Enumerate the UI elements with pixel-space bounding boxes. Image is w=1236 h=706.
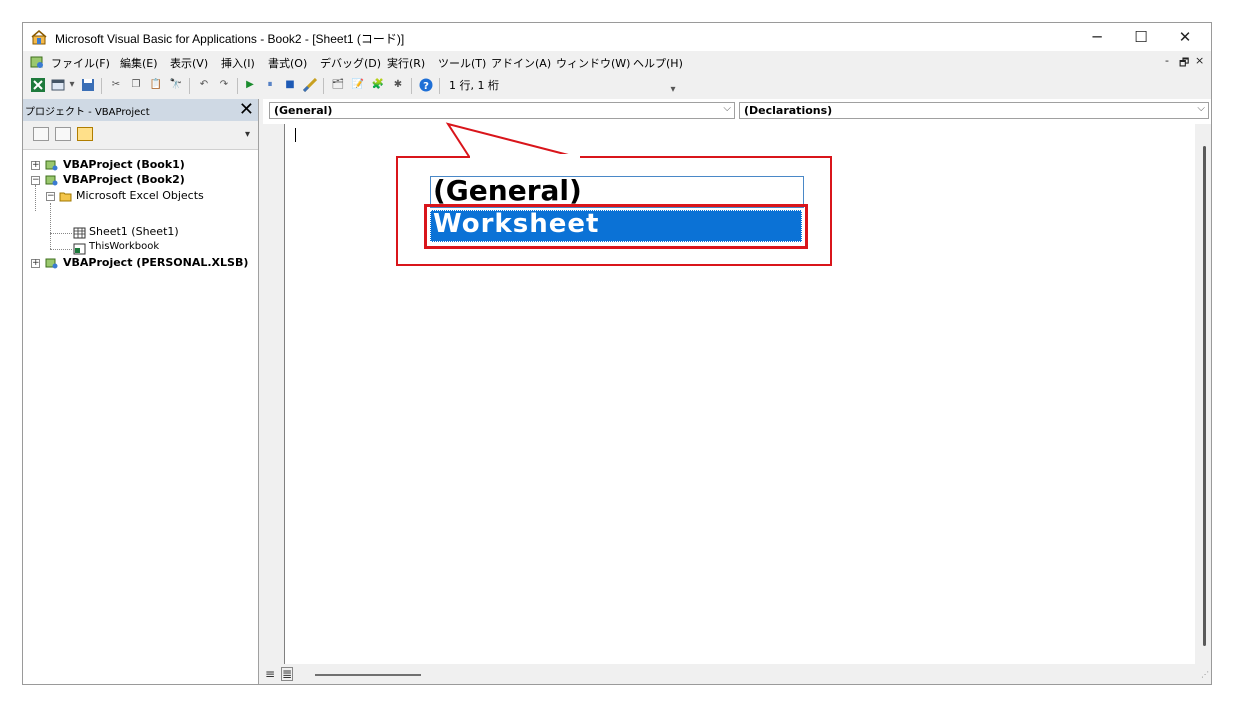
worksheet-icon [73, 227, 86, 239]
tree-node-sheet1[interactable]: Sheet1 (Sheet1) [89, 225, 179, 238]
vbaproject-icon [45, 258, 58, 269]
horizontal-scrollbar-area: ≡ ≣ ⋰ [263, 664, 1211, 684]
project-explorer-titlebar: プロジェクト - VBAProject ✕ [23, 99, 258, 121]
toggle-folders-button[interactable] [77, 127, 93, 141]
cursor-position: 1 行, 1 桁 [449, 79, 499, 92]
menu-debug[interactable]: デバッグ(D) [320, 55, 381, 71]
menu-run[interactable]: 実行(R) [387, 55, 425, 71]
excel-icon[interactable] [31, 78, 45, 92]
menu-addins[interactable]: アドイン(A) [491, 55, 551, 71]
vba-editor-window: Microsoft Visual Basic for Applications … [22, 22, 1212, 685]
toolbar-separator [439, 78, 440, 94]
tree-node-excel-objects[interactable]: Microsoft Excel Objects [76, 189, 204, 202]
object-combo-value: (General) [274, 104, 333, 117]
toolbar-separator [101, 78, 102, 94]
pause-icon[interactable]: ⏸ [263, 78, 277, 92]
toolbar-separator [189, 78, 190, 94]
scroll-down-icon[interactable]: ▾ [245, 129, 250, 140]
tree-line [35, 185, 37, 211]
tree-node-personal[interactable]: VBAProject (PERSONAL.XLSB) [63, 256, 248, 269]
view-code-button[interactable] [33, 127, 49, 141]
zoomed-general-text: (General) [433, 174, 582, 207]
menu-view[interactable]: 表示(V) [170, 55, 208, 71]
toolbox-icon[interactable]: ✱ [391, 78, 405, 92]
tree-node-thisworkbook[interactable]: ThisWorkbook [89, 241, 159, 252]
menu-window[interactable]: ウィンドウ(W) [556, 55, 630, 71]
standard-toolbar: ▾ ✂ ❐ 📋 🔭 ↶ ↷ ▶ ⏸ ■ 🗂 📝 🧩 ✱ ? 1 行, 1 桁 ▾ [23, 73, 1211, 99]
mdi-restore-button[interactable]: 🗗 [1179, 54, 1189, 73]
procedure-view-icon[interactable]: ≡ [265, 667, 275, 681]
stop-icon[interactable]: ■ [283, 78, 297, 92]
tree-line [50, 233, 72, 235]
menu-bar: ファイル(F) 編集(E) 表示(V) 挿入(I) 書式(O) デバッグ(D) … [23, 51, 1211, 73]
properties-icon[interactable]: 📝 [351, 78, 365, 92]
menu-file[interactable]: ファイル(F) [51, 55, 110, 71]
menu-format[interactable]: 書式(O) [268, 55, 307, 71]
object-combo[interactable]: (General) ⌵ [269, 102, 735, 119]
help-icon[interactable]: ? [419, 78, 433, 92]
workbook-icon [73, 243, 86, 255]
chevron-down-icon[interactable]: ▾ [65, 78, 79, 92]
window-title: Microsoft Visual Basic for Applications … [55, 32, 405, 46]
tree-line [50, 203, 52, 249]
redo-icon[interactable]: ↷ [217, 78, 231, 92]
vertical-scrollbar[interactable] [1195, 124, 1211, 670]
project-explorer-toolbar: ▾ [23, 121, 258, 150]
chevron-down-icon: ⌵ [1197, 103, 1205, 114]
menu-edit[interactable]: 編集(E) [120, 55, 158, 71]
project-explorer-title: プロジェクト - VBAProject [25, 107, 150, 118]
svg-text:?: ? [423, 81, 429, 92]
insert-module-icon[interactable] [51, 78, 65, 92]
cut-icon[interactable]: ✂ [109, 78, 123, 92]
collapse-book2[interactable]: − [31, 176, 40, 185]
find-icon[interactable]: 🔭 [169, 78, 183, 92]
object-browser-icon[interactable]: 🧩 [371, 78, 385, 92]
mdi-close-button[interactable]: × [1195, 54, 1204, 67]
design-mode-icon[interactable] [303, 78, 317, 92]
folder-icon [59, 192, 72, 202]
run-icon[interactable]: ▶ [243, 78, 257, 92]
menu-help[interactable]: ヘルプ(H) [633, 55, 683, 71]
collapse-excel-objects[interactable]: − [46, 192, 55, 201]
callout-pointer-join [470, 154, 580, 158]
vertical-scrollbar-thumb[interactable] [1203, 146, 1206, 646]
tree-node-book1[interactable]: VBAProject (Book1) [63, 158, 185, 171]
expand-book1[interactable]: + [31, 161, 40, 170]
vbaproject-icon [45, 160, 58, 171]
full-module-view-icon[interactable]: ≣ [281, 667, 294, 681]
close-button[interactable]: ✕ [1163, 23, 1207, 51]
project-explorer-icon[interactable]: 🗂 [331, 78, 345, 92]
toolbar-separator [237, 78, 238, 94]
text-caret [295, 128, 296, 142]
horizontal-scrollbar-thumb[interactable] [315, 674, 421, 676]
tree-line [50, 249, 72, 251]
vbaproject-icon [45, 175, 58, 186]
minimize-button[interactable]: ─ [1075, 23, 1119, 51]
paste-icon[interactable]: 📋 [149, 78, 163, 92]
menu-insert[interactable]: 挿入(I) [221, 55, 255, 71]
procedure-combo[interactable]: (Declarations) ⌵ [739, 102, 1209, 119]
copy-icon[interactable]: ❐ [129, 78, 143, 92]
chevron-down-icon: ⌵ [723, 103, 731, 114]
vba-editor-icon [31, 30, 47, 45]
close-icon[interactable]: ✕ [239, 99, 254, 121]
view-object-button[interactable] [55, 127, 71, 141]
expand-personal[interactable]: + [31, 259, 40, 268]
procedure-combo-value: (Declarations) [744, 104, 833, 117]
maximize-button[interactable]: ☐ [1119, 23, 1163, 51]
title-bar: Microsoft Visual Basic for Applications … [23, 23, 1211, 51]
toolbar-separator [323, 78, 324, 94]
undo-icon[interactable]: ↶ [197, 78, 211, 92]
code-margin-indicator-bar [263, 124, 285, 670]
toolbar-separator [411, 78, 412, 94]
menu-tools[interactable]: ツール(T) [438, 55, 486, 71]
toolbar-overflow-icon[interactable]: ▾ [666, 83, 680, 97]
mdi-minimize-button[interactable]: - [1165, 54, 1169, 67]
project-explorer: プロジェクト - VBAProject ✕ ▾ + VBAProject (Bo… [23, 99, 259, 684]
worksheet-highlight-outline [424, 204, 808, 249]
tree-node-book2[interactable]: VBAProject (Book2) [63, 173, 185, 186]
vbaproject-icon [30, 56, 43, 68]
save-icon[interactable] [81, 78, 95, 92]
resize-grip-icon[interactable]: ⋰ [1201, 670, 1209, 679]
